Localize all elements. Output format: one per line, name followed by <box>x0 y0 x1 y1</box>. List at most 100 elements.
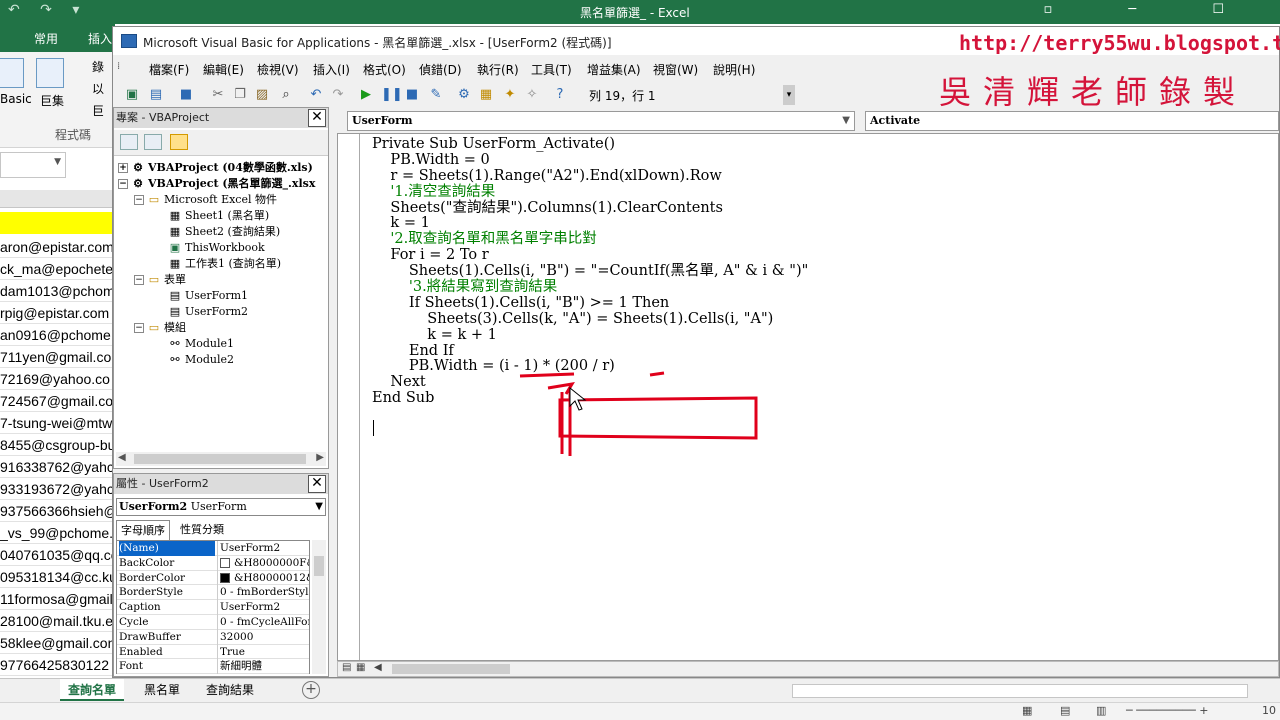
macro-security-button[interactable]: 巨 <box>92 102 104 119</box>
tab-categorized[interactable]: 性質分類 <box>176 520 228 540</box>
chevron-down-icon[interactable]: ▼ <box>842 112 850 130</box>
paste-icon[interactable]: ▨ <box>253 86 271 104</box>
properties-object-combo[interactable]: UserForm2 UserForm ▼ <box>116 498 326 516</box>
sheet-cell[interactable]: aron@epistar.com. <box>0 236 115 258</box>
copy-icon[interactable]: ❐ <box>231 86 249 104</box>
sheet-cell[interactable]: 58klee@gmail.con <box>0 632 115 654</box>
sheet-cell[interactable]: 72169@yahoo.co <box>0 368 115 390</box>
tree-node-project-2[interactable]: − ⚙ VBAProject (黑名單篩選_.xlsx <box>118 176 315 192</box>
project-explorer-icon[interactable]: ⚙ <box>455 86 473 104</box>
macros-icon[interactable] <box>36 58 64 88</box>
visual-basic-icon[interactable] <box>0 58 24 88</box>
toolbar-grip-icon[interactable]: ⁞ <box>117 61 129 77</box>
project-explorer-scrollbar[interactable]: ◀ ▶ <box>116 452 326 466</box>
property-row[interactable]: BorderStyle 0 - fmBorderStyleN <box>117 585 309 601</box>
code-line[interactable]: '3.將結果寫到查詢結果 <box>372 279 808 296</box>
code-line[interactable]: For i = 2 To r <box>372 247 808 264</box>
code-editor[interactable]: Private Sub UserForm_Activate() PB.Width… <box>337 133 1279 661</box>
sheet-tab-query-result[interactable]: 查詢結果 <box>198 679 262 701</box>
name-box[interactable]: ▼ <box>0 152 66 178</box>
property-value[interactable]: True <box>217 644 309 660</box>
sheet-tab-query-list[interactable]: 查詢名單 <box>60 679 125 701</box>
full-module-view-icon[interactable]: ▦ <box>356 662 365 673</box>
design-mode-icon[interactable]: ✎ <box>427 86 445 104</box>
relative-reference-button[interactable]: 以 <box>92 80 104 97</box>
property-row[interactable]: BackColor &H8000000F& <box>117 555 309 571</box>
tree-node-sheet1[interactable]: ▦ Sheet1 (黑名單) <box>168 208 269 224</box>
header-cell-highlight[interactable] <box>0 212 115 234</box>
sheet-cell[interactable]: 724567@gmail.co <box>0 390 115 412</box>
collapse-icon[interactable]: − <box>134 195 144 205</box>
page-layout-icon[interactable]: ▤ <box>1060 704 1070 717</box>
tree-node-modules[interactable]: − ▭ 模組 <box>134 320 186 336</box>
procedure-combo[interactable]: Activate <box>865 111 1279 131</box>
properties-window-icon[interactable]: ▦ <box>477 86 495 104</box>
menu-tools[interactable]: 工具(T) <box>531 61 572 78</box>
reset-icon[interactable]: ■ <box>403 86 421 104</box>
sheet-cell[interactable]: dam1013@pchom <box>0 280 115 302</box>
property-row[interactable]: DrawBuffer 32000 <box>117 629 309 645</box>
view-excel-icon[interactable]: ▣ <box>123 86 141 104</box>
view-object-icon[interactable] <box>144 134 162 150</box>
scroll-thumb[interactable] <box>314 556 324 576</box>
toolbox-icon[interactable]: ✧ <box>523 86 541 104</box>
property-value[interactable]: 0 - fmBorderStyleN <box>217 585 309 601</box>
code-line[interactable]: End Sub <box>372 390 808 407</box>
property-row[interactable]: Font 新細明體 <box>117 659 309 675</box>
property-value[interactable]: 32000 <box>217 629 309 645</box>
property-row[interactable]: (Name) UserForm2 <box>117 541 309 556</box>
add-sheet-button[interactable]: + <box>302 681 320 699</box>
procedure-view-icon[interactable]: ▤ <box>342 662 351 673</box>
zoom-slider[interactable]: ─ ───────── + <box>1126 704 1208 717</box>
code-line[interactable]: Sheets("查詢結果").Columns(1).ClearContents <box>372 200 808 217</box>
property-value[interactable]: 新細明體 <box>217 659 309 675</box>
help-icon[interactable]: ? <box>551 86 569 104</box>
sheet-cell[interactable]: ck_ma@epocheter <box>0 258 115 280</box>
redo-icon[interactable]: ↷ <box>329 86 347 104</box>
tree-node-module1[interactable]: ⚯ Module1 <box>168 336 234 352</box>
tree-node-excel-objects[interactable]: − ▭ Microsoft Excel 物件 <box>134 192 277 208</box>
code-line[interactable]: Sheets(3).Cells(k, "A") = Sheets(1).Cell… <box>372 311 808 328</box>
tree-node-sheet2[interactable]: ▦ Sheet2 (查詢結果) <box>168 224 280 240</box>
sheet-cell[interactable]: 8455@csgroup-bu <box>0 434 115 456</box>
property-value[interactable]: &H8000000F& <box>217 555 309 571</box>
find-icon[interactable]: ⌕ <box>277 86 295 104</box>
code-line[interactable]: Private Sub UserForm_Activate() <box>372 136 808 153</box>
property-row[interactable]: Caption UserForm2 <box>117 600 309 615</box>
sheet-cell[interactable]: rpig@epistar.com <box>0 302 115 324</box>
view-code-icon[interactable] <box>120 134 138 150</box>
property-value[interactable]: UserForm2 <box>217 541 309 556</box>
object-browser-icon[interactable]: ✦ <box>501 86 519 104</box>
scroll-thumb[interactable] <box>392 664 510 674</box>
code-line[interactable]: If Sheets(1).Cells(i, "B") >= 1 Then <box>372 295 808 312</box>
collapse-icon[interactable]: − <box>118 179 128 189</box>
tree-node-sheet-query[interactable]: ▦ 工作表1 (查詢名單) <box>168 256 281 272</box>
code-line[interactable]: End If <box>372 343 808 360</box>
menu-debug[interactable]: 偵錯(D) <box>419 61 462 78</box>
sheet-cell[interactable]: 28100@mail.tku.e <box>0 610 115 632</box>
property-value[interactable]: &H80000012& <box>217 570 309 586</box>
run-icon[interactable]: ▶ <box>357 86 375 104</box>
object-combo[interactable]: UserForm ▼ <box>347 111 855 131</box>
tab-home[interactable]: 常用 <box>34 30 58 47</box>
menu-addins[interactable]: 增益集(A) <box>587 61 641 78</box>
undo-icon[interactable]: ↶ <box>307 86 325 104</box>
sheet-cell[interactable]: 937566366hsieh@ <box>0 500 115 522</box>
scroll-left-icon[interactable]: ◀ <box>374 662 382 673</box>
sheet-cell[interactable]: 11formosa@gmail <box>0 588 115 610</box>
chevron-down-icon[interactable]: ▼ <box>315 499 323 515</box>
cut-icon[interactable]: ✂ <box>209 86 227 104</box>
close-icon[interactable]: ✕ <box>308 109 326 127</box>
toggle-folders-icon[interactable] <box>170 134 188 150</box>
property-value[interactable]: 0 - fmCycleAllForm <box>217 614 309 630</box>
property-row[interactable]: BorderColor &H80000012& <box>117 570 309 586</box>
code-line[interactable]: r = Sheets(1).Range("A2").End(xlDown).Ro… <box>372 168 808 185</box>
menu-window[interactable]: 視窗(W) <box>653 61 698 78</box>
sheet-cell[interactable]: 095318134@cc.ku <box>0 566 115 588</box>
tab-alphabetic[interactable]: 字母順序 <box>116 520 170 540</box>
tree-node-thisworkbook[interactable]: ▣ ThisWorkbook <box>168 240 265 256</box>
normal-view-icon[interactable]: ▦ <box>1022 704 1032 717</box>
sheet-cell[interactable]: 933193672@yahc <box>0 478 115 500</box>
code-margin[interactable] <box>338 134 360 660</box>
sheet-cell[interactable]: 7-tsung-wei@mtw <box>0 412 115 434</box>
